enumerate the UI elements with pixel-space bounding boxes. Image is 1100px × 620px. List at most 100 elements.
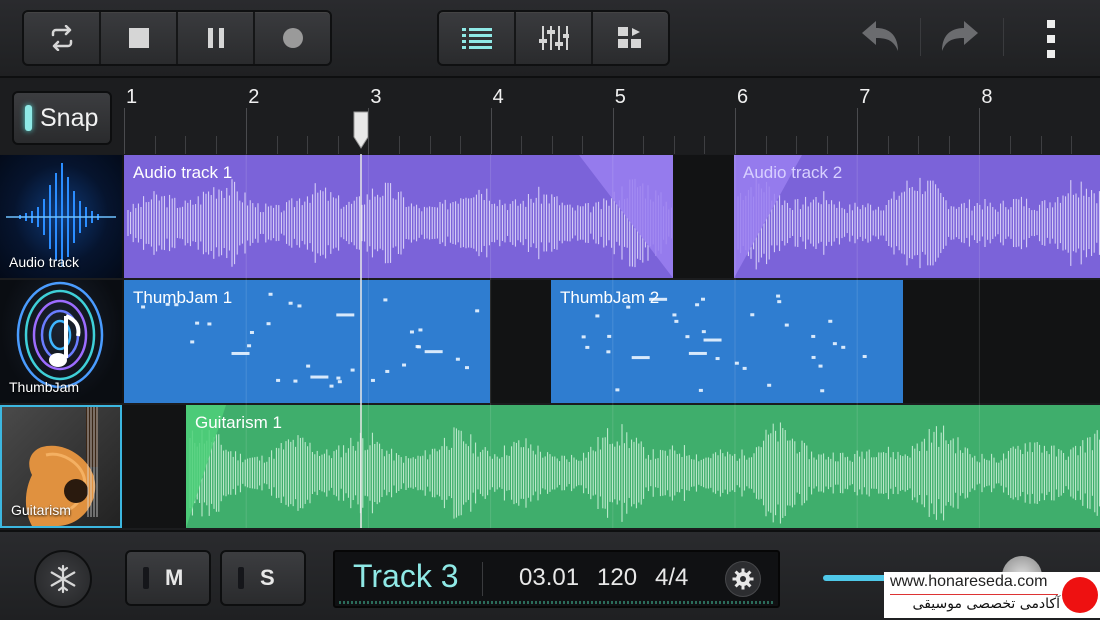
playhead-handle-icon[interactable] bbox=[353, 111, 369, 149]
midi-note bbox=[402, 363, 407, 367]
track-thumbnail-thumbjam[interactable]: ThumbJam bbox=[0, 280, 122, 403]
midi-note bbox=[276, 378, 281, 382]
midi-note bbox=[329, 384, 334, 388]
bar-number: 3 bbox=[370, 86, 382, 108]
beat-tick bbox=[673, 136, 675, 154]
clip-guitarism-1[interactable]: Guitarism 1 bbox=[186, 405, 1100, 528]
fade-in-handle[interactable] bbox=[186, 405, 1100, 528]
midi-note bbox=[383, 298, 388, 302]
midi-note bbox=[776, 294, 781, 298]
midi-note bbox=[606, 350, 611, 354]
beat-tick bbox=[826, 136, 828, 154]
midi-note bbox=[698, 388, 703, 392]
bar-tick bbox=[857, 108, 859, 154]
redo-button[interactable] bbox=[930, 10, 990, 62]
mixer-icon bbox=[538, 26, 569, 50]
transport-controls bbox=[22, 10, 332, 66]
grid-view-button[interactable] bbox=[593, 12, 668, 64]
midi-note bbox=[674, 319, 679, 323]
overflow-menu-button[interactable] bbox=[1036, 14, 1066, 64]
watermark-url: www.honareseda.com bbox=[890, 573, 1048, 590]
midi-note bbox=[703, 338, 722, 342]
midi-note bbox=[306, 364, 311, 368]
midi-note bbox=[688, 351, 707, 355]
grid-view-icon bbox=[617, 27, 641, 48]
beat-tick bbox=[1071, 136, 1073, 154]
beat-tick bbox=[582, 136, 584, 154]
bar-tick bbox=[124, 108, 125, 154]
midi-note bbox=[695, 303, 700, 307]
midi-note bbox=[615, 388, 620, 392]
current-track-label[interactable]: Track 3 bbox=[353, 558, 459, 595]
midi-note bbox=[288, 301, 293, 305]
beat-tick bbox=[1040, 136, 1042, 154]
midi-note bbox=[818, 364, 823, 368]
track-audio: Audio track Audio track 1 Audio track 2 bbox=[0, 155, 1100, 278]
midi-note bbox=[350, 368, 355, 372]
beat-tick bbox=[551, 136, 553, 154]
midi-note bbox=[841, 345, 846, 349]
time-signature[interactable]: 4/4 bbox=[655, 564, 688, 592]
freeze-track-button[interactable] bbox=[34, 550, 92, 608]
bar-number: 4 bbox=[492, 86, 504, 108]
track-volume-slider[interactable] bbox=[823, 575, 893, 581]
midi-note bbox=[336, 376, 341, 380]
song-position[interactable]: 03.01 bbox=[519, 564, 579, 592]
timeline-ruler[interactable]: Snap 1 2 3 4 5 6 7 8 bbox=[0, 78, 1100, 154]
track-thumbnail-audio[interactable]: Audio track bbox=[0, 155, 122, 278]
midi-note bbox=[595, 314, 600, 318]
beat-tick bbox=[215, 136, 217, 154]
midi-note bbox=[424, 350, 443, 354]
clip-audio-track-2[interactable]: Audio track 2 bbox=[734, 155, 1100, 278]
record-button[interactable] bbox=[255, 12, 330, 64]
midi-note bbox=[685, 335, 690, 339]
midi-note bbox=[266, 322, 271, 326]
view-switcher bbox=[437, 10, 670, 66]
beat-tick bbox=[276, 136, 278, 154]
beat-tick bbox=[460, 136, 462, 154]
beat-tick bbox=[521, 136, 523, 154]
solo-button[interactable]: S bbox=[220, 550, 306, 606]
midi-note bbox=[742, 366, 747, 370]
midi-note bbox=[409, 330, 414, 334]
midi-note bbox=[293, 379, 298, 383]
undo-button[interactable] bbox=[850, 10, 910, 62]
midi-note bbox=[828, 319, 833, 323]
loop-icon bbox=[51, 25, 72, 51]
pause-button[interactable] bbox=[178, 12, 255, 64]
mute-button[interactable]: M bbox=[125, 550, 211, 606]
snap-indicator-icon bbox=[25, 105, 32, 131]
loop-button[interactable] bbox=[24, 12, 101, 64]
midi-note bbox=[207, 322, 212, 326]
gear-icon bbox=[732, 568, 754, 590]
midi-note bbox=[370, 378, 375, 382]
clip-thumbjam-2[interactable]: ThumbJam 2 bbox=[551, 280, 903, 403]
midi-note bbox=[475, 309, 480, 313]
stop-button[interactable] bbox=[101, 12, 178, 64]
clip-audio-track-1[interactable]: Audio track 1 bbox=[124, 155, 673, 278]
track-view-button[interactable] bbox=[439, 12, 516, 64]
tempo-value[interactable]: 120 bbox=[597, 564, 637, 592]
mute-label: M bbox=[165, 565, 184, 590]
beat-tick bbox=[429, 136, 431, 154]
mixer-view-button[interactable] bbox=[516, 12, 593, 64]
midi-note bbox=[464, 366, 469, 370]
clip-title: Audio track 2 bbox=[743, 163, 843, 182]
midi-note bbox=[734, 361, 739, 365]
bar-tick bbox=[490, 108, 492, 154]
bar-number: 8 bbox=[981, 86, 993, 108]
mute-indicator-icon bbox=[143, 567, 149, 589]
midi-note bbox=[247, 344, 252, 348]
midi-note bbox=[767, 383, 772, 387]
watermark: www.honareseda.com آکادمی تخصصی موسیقی bbox=[884, 572, 1100, 618]
settings-button[interactable] bbox=[725, 561, 761, 597]
transport-display: Track 3 03.01 120 4/4 bbox=[333, 550, 780, 608]
snap-toggle[interactable]: Snap bbox=[12, 91, 112, 145]
beat-tick bbox=[948, 136, 950, 154]
clip-thumbjam-1[interactable]: ThumbJam 1 bbox=[124, 280, 490, 403]
midi-note bbox=[832, 342, 837, 346]
track-thumbnail-guitarism[interactable]: Guitarism bbox=[0, 405, 122, 528]
beat-tick bbox=[1009, 136, 1011, 154]
bar-tick bbox=[246, 108, 248, 154]
midi-note bbox=[607, 334, 612, 338]
